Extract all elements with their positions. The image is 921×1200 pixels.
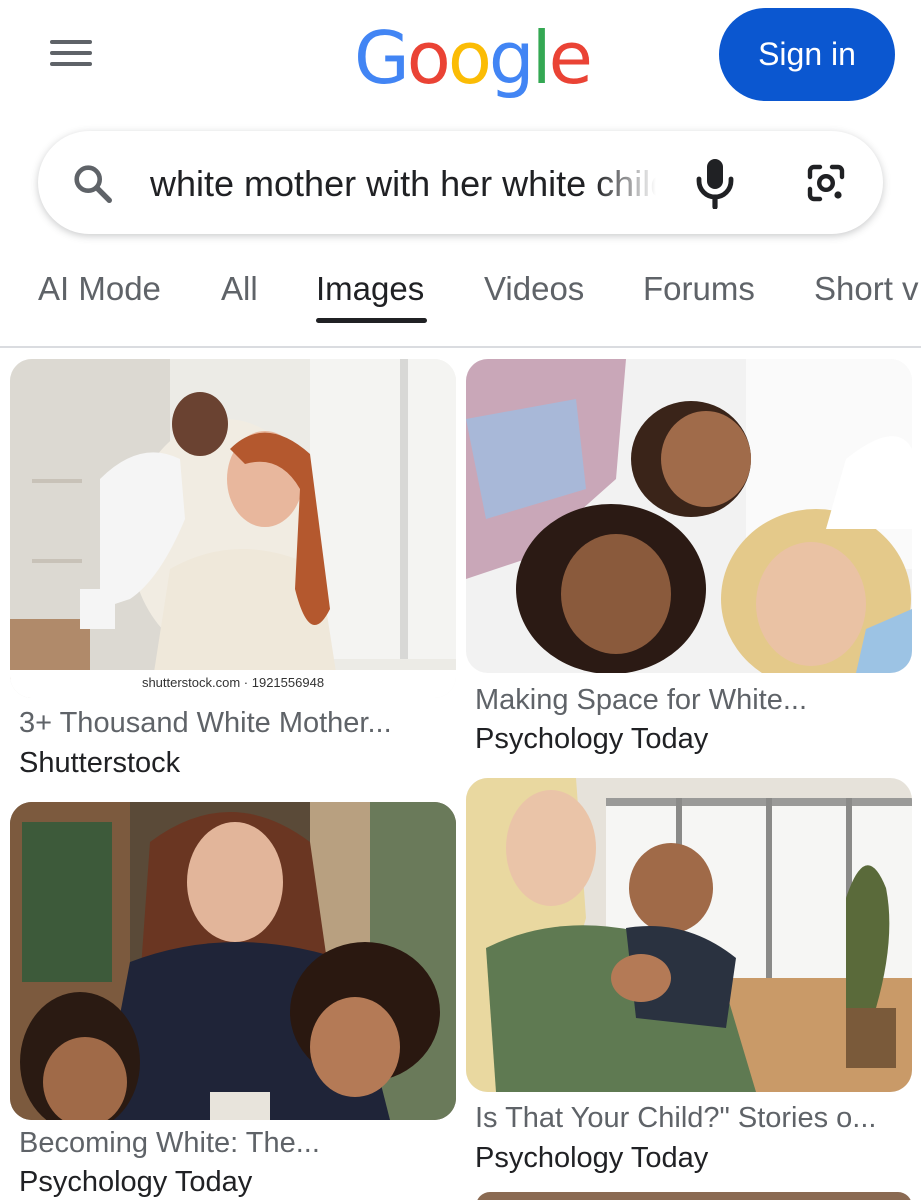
- search-icon[interactable]: [70, 161, 116, 207]
- result-image: [466, 778, 912, 1092]
- result-title[interactable]: Is That Your Child?" Stories o...: [475, 1102, 876, 1135]
- google-image-search-page: Google Sign in white mother with her whi…: [0, 0, 921, 1200]
- result-title[interactable]: 3+ Thousand White Mother...: [19, 707, 392, 740]
- microphone-icon[interactable]: [693, 157, 737, 209]
- result-source[interactable]: Psychology Today: [19, 1166, 252, 1199]
- google-lens-icon[interactable]: [802, 159, 850, 207]
- search-bar[interactable]: white mother with her white children: [38, 131, 883, 234]
- active-tab-indicator: [316, 318, 427, 323]
- tab-short-videos[interactable]: Short v: [814, 270, 919, 308]
- next-result-thumbnail-peek: [476, 1192, 912, 1200]
- logo-letter: o: [406, 16, 451, 100]
- result-source[interactable]: Psychology Today: [475, 1142, 708, 1175]
- result-image: [10, 359, 456, 698]
- logo-letter: o: [447, 16, 492, 100]
- search-input[interactable]: white mother with her white children: [150, 161, 656, 207]
- tab-images[interactable]: Images: [316, 270, 424, 308]
- result-thumbnail[interactable]: [466, 359, 912, 673]
- watermark-text: shutterstock.com · 1921556948: [10, 670, 456, 698]
- result-title[interactable]: Making Space for White...: [475, 684, 807, 717]
- logo-letter: l: [531, 16, 552, 100]
- result-thumbnail[interactable]: shutterstock.com · 1921556948: [10, 359, 456, 698]
- result-thumbnail[interactable]: [10, 802, 456, 1120]
- result-image: [10, 802, 456, 1120]
- logo-letter: g: [488, 16, 535, 100]
- google-logo[interactable]: Google: [354, 16, 593, 100]
- tab-ai-mode[interactable]: AI Mode: [38, 270, 161, 308]
- tab-forums[interactable]: Forums: [643, 270, 755, 308]
- logo-letter: e: [548, 16, 593, 100]
- tab-videos[interactable]: Videos: [484, 270, 584, 308]
- result-thumbnail[interactable]: [466, 778, 912, 1092]
- sign-in-button[interactable]: Sign in: [719, 8, 895, 101]
- hamburger-menu-icon[interactable]: [44, 36, 98, 72]
- result-title[interactable]: Becoming White: The...: [19, 1127, 320, 1160]
- result-image: [466, 359, 912, 673]
- result-source[interactable]: Psychology Today: [475, 723, 708, 756]
- tab-all[interactable]: All: [221, 270, 258, 308]
- logo-letter: G: [354, 16, 410, 100]
- result-source[interactable]: Shutterstock: [19, 747, 180, 780]
- search-tabs: AI Mode All Images Videos Forums Short v: [0, 262, 921, 348]
